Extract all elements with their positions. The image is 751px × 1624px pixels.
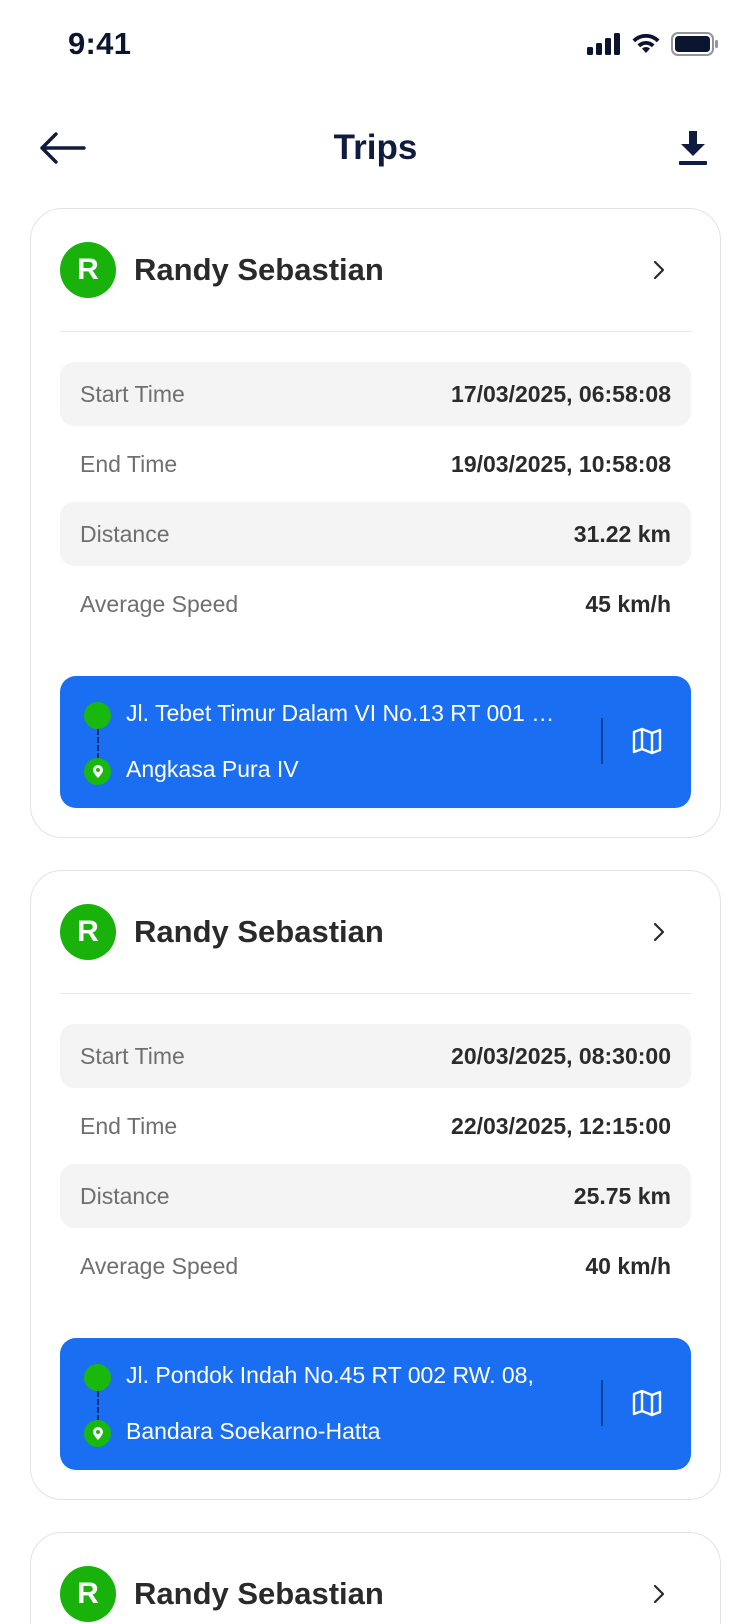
cellular-signal-icon: [587, 33, 620, 55]
wifi-icon: [632, 33, 660, 53]
average-speed-label: Average Speed: [80, 1252, 239, 1279]
start-time-row: Start Time 20/03/2025, 08:30:00: [60, 1024, 691, 1088]
top-app-bar: Trips: [0, 110, 751, 190]
route-connector: [97, 729, 99, 759]
end-time-label: End Time: [80, 450, 178, 477]
average-speed-row: Average Speed 45 km/h: [60, 572, 691, 636]
trip-details: Start Time 17/03/2025, 06:58:08 End Time…: [60, 332, 691, 636]
distance-label: Distance: [80, 1182, 170, 1209]
map-icon[interactable]: [631, 1386, 663, 1420]
destination-pin-icon: [84, 1420, 111, 1447]
distance-row: Distance 31.22 km: [60, 502, 691, 566]
trip-card-header[interactable]: R Randy Sebastian: [60, 1533, 691, 1624]
end-time-row: End Time 22/03/2025, 12:15:00: [60, 1094, 691, 1158]
route-origin: Jl. Tebet Timur Dalam VI No.13 RT 001 RW…: [126, 700, 566, 726]
destination-pin-icon: [84, 758, 111, 785]
trip-list: R Randy Sebastian Start Time 17/03/2025,…: [30, 208, 721, 1624]
average-speed-value: 45 km/h: [585, 590, 671, 617]
end-time-row: End Time 19/03/2025, 10:58:08: [60, 432, 691, 496]
start-time-row: Start Time 17/03/2025, 06:58:08: [60, 362, 691, 426]
start-time-label: Start Time: [80, 1042, 185, 1069]
route-destination: Bandara Soekarno-Hatta: [126, 1418, 381, 1444]
end-time-value: 19/03/2025, 10:58:08: [451, 450, 671, 477]
distance-row: Distance 25.75 km: [60, 1164, 691, 1228]
start-time-label: Start Time: [80, 380, 185, 407]
chevron-right-icon[interactable]: [649, 1582, 669, 1606]
route-divider: [601, 1380, 603, 1426]
trip-card-header[interactable]: R Randy Sebastian: [60, 209, 691, 332]
page-title: Trips: [333, 128, 418, 167]
driver-name: Randy Sebastian: [134, 914, 384, 949]
average-speed-value: 40 km/h: [585, 1252, 671, 1279]
trip-card: R Randy Sebastian Start Time 17/03/2025,…: [30, 208, 721, 838]
average-speed-label: Average Speed: [80, 590, 239, 617]
trip-card-header[interactable]: R Randy Sebastian: [60, 871, 691, 994]
distance-label: Distance: [80, 520, 170, 547]
origin-dot-icon: [84, 702, 111, 729]
route-divider: [601, 718, 603, 764]
avatar: R: [60, 242, 116, 298]
route-connector: [97, 1391, 99, 1421]
route-destination: Angkasa Pura IV: [126, 756, 299, 782]
end-time-label: End Time: [80, 1112, 178, 1139]
trip-card: R Randy Sebastian Start Time 20/03/2025,…: [30, 870, 721, 1500]
trip-card: R Randy Sebastian: [30, 1532, 721, 1624]
route-summary[interactable]: Jl. Tebet Timur Dalam VI No.13 RT 001 RW…: [60, 676, 691, 808]
status-icons: [587, 32, 719, 56]
avatar: R: [60, 1566, 116, 1622]
map-icon[interactable]: [631, 724, 663, 758]
origin-dot-icon: [84, 1364, 111, 1391]
route-origin: Jl. Pondok Indah No.45 RT 002 RW. 08,: [126, 1362, 534, 1388]
route-summary[interactable]: Jl. Pondok Indah No.45 RT 002 RW. 08, Ba…: [60, 1338, 691, 1470]
end-time-value: 22/03/2025, 12:15:00: [451, 1112, 671, 1139]
start-time-value: 20/03/2025, 08:30:00: [451, 1042, 671, 1069]
distance-value: 31.22 km: [573, 520, 671, 547]
driver-name: Randy Sebastian: [134, 1576, 384, 1611]
start-time-value: 17/03/2025, 06:58:08: [451, 380, 671, 407]
average-speed-row: Average Speed 40 km/h: [60, 1234, 691, 1298]
download-icon: [679, 131, 707, 165]
status-bar: 9:41: [0, 0, 751, 92]
status-time: 9:41: [68, 26, 132, 61]
driver-name: Randy Sebastian: [134, 252, 384, 287]
chevron-right-icon[interactable]: [649, 920, 669, 944]
download-button[interactable]: [671, 126, 715, 170]
chevron-right-icon[interactable]: [649, 258, 669, 282]
battery-icon: [671, 32, 718, 56]
avatar: R: [60, 904, 116, 960]
trip-details: Start Time 20/03/2025, 08:30:00 End Time…: [60, 994, 691, 1298]
distance-value: 25.75 km: [573, 1182, 671, 1209]
